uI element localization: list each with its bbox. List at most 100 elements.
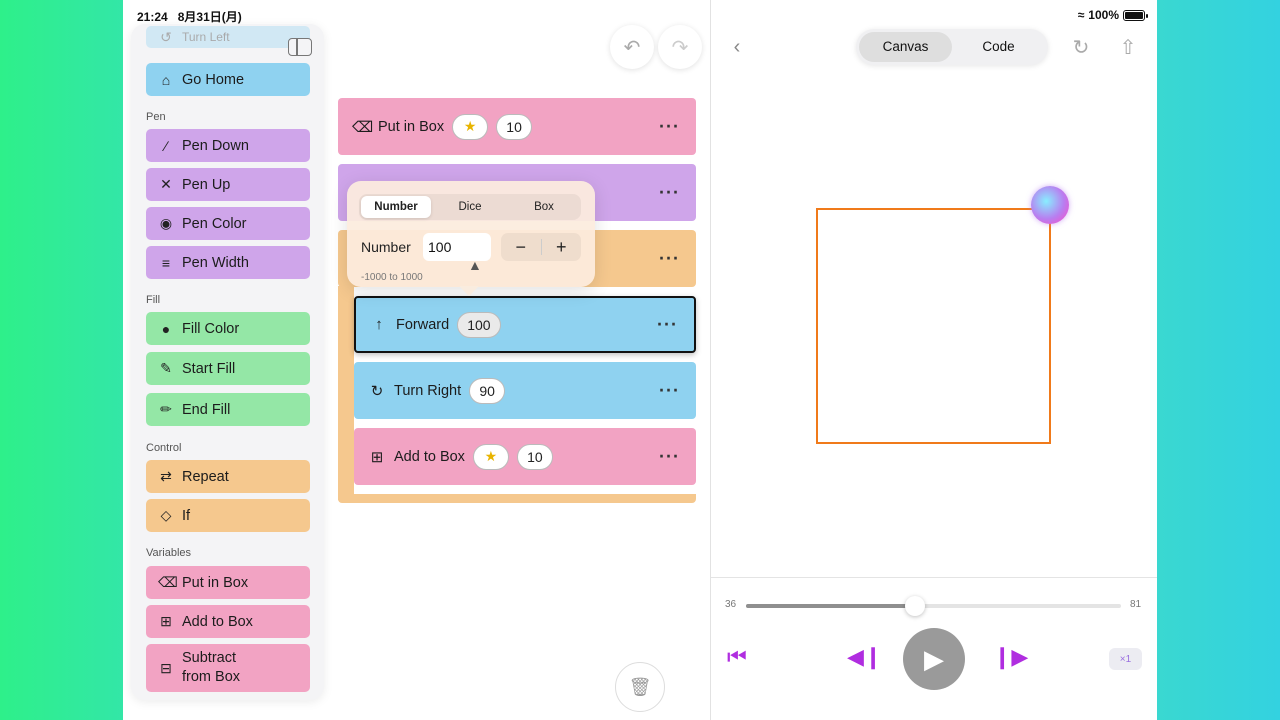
repeat-footer	[338, 494, 696, 503]
speed-button[interactable]: ×1	[1109, 648, 1142, 670]
star-icon: ★	[463, 118, 477, 134]
tab-canvas[interactable]: Canvas	[859, 32, 952, 62]
pen-down-icon: ∕	[164, 137, 168, 154]
increment-button[interactable]: +	[542, 237, 582, 258]
add-to-box-value[interactable]: 10	[516, 443, 553, 470]
palette-icon: ◉	[159, 215, 173, 231]
block-put-in-box[interactable]: ⌫ Put in Box ★ 10 ···	[338, 98, 696, 155]
tray-icon: ⌫	[352, 118, 374, 136]
tab-dice[interactable]: Dice	[435, 196, 505, 218]
redo-button[interactable]: ↷	[658, 25, 702, 69]
block-palette[interactable]: ↺ Turn Left ⌂ Go Home Pen ∕ Pen Down ✕ P…	[131, 24, 324, 700]
brush-icon: ✎	[160, 360, 172, 376]
battery-percent: 100%	[1088, 8, 1119, 22]
redo-icon: ↷	[671, 36, 689, 59]
turn-right-value[interactable]: 90	[469, 377, 506, 404]
status-time: 21:24 8月31日(月)	[137, 10, 242, 24]
battery-icon	[1123, 9, 1148, 21]
decrement-button[interactable]: −	[501, 237, 541, 258]
more-icon[interactable]: ···	[657, 314, 678, 335]
brush-outline-icon: ✏	[160, 401, 172, 417]
step-slider[interactable]	[746, 596, 1121, 616]
arrow-up-icon: ↑	[375, 316, 383, 333]
more-icon[interactable]: ···	[659, 182, 680, 203]
canvas-panel: ‹ Canvas Code ↻ ⇧ 36 81 ⏮ ◀❙ ▶ ❙▶ ×1	[711, 0, 1157, 720]
tab-code[interactable]: Code	[952, 32, 1045, 62]
turn-left-icon: ↺	[160, 28, 172, 45]
skip-to-start-button[interactable]: ⏮	[727, 644, 747, 670]
box-star-chip[interactable]: ★	[452, 113, 489, 140]
more-icon[interactable]: ···	[659, 116, 680, 137]
palette-pen-width[interactable]: ≡ Pen Width	[146, 246, 310, 279]
drawn-square	[816, 208, 1051, 444]
repeat-icon: ⇄	[160, 468, 172, 484]
block-forward[interactable]: ↑ Forward 100 ···	[354, 296, 696, 353]
sidebar-toggle-icon[interactable]	[288, 38, 312, 56]
value-type-segmented[interactable]: Number Dice Box	[359, 194, 581, 220]
home-icon: ⌂	[161, 71, 171, 88]
more-icon[interactable]: ···	[659, 446, 680, 467]
play-button[interactable]: ▶	[903, 628, 965, 690]
star-icon: ★	[484, 448, 498, 464]
palette-add-to-box[interactable]: ⊞ Add to Box	[146, 605, 310, 638]
skip-start-icon: ⏮	[727, 644, 747, 669]
step-forward-button[interactable]: ❙▶	[993, 644, 1028, 670]
block-add-to-box[interactable]: ⊞ Add to Box ★ 10 ···	[354, 428, 696, 485]
undo-button[interactable]: ↶	[610, 25, 654, 69]
wifi-icon: ≈	[1077, 8, 1085, 22]
palette-if[interactable]: ◇ If	[146, 499, 310, 532]
rotate-right-icon: ↻	[370, 382, 384, 400]
block-turn-right[interactable]: ↻ Turn Right 90 ···	[354, 362, 696, 419]
refresh-icon: ↻	[1072, 36, 1090, 59]
palette-fill-color[interactable]: ● Fill Color	[146, 312, 310, 345]
palette-start-fill[interactable]: ✎ Start Fill	[146, 352, 310, 385]
step-back-button[interactable]: ◀❙	[847, 644, 882, 670]
trash-icon: 🗑	[628, 676, 652, 697]
turtle-sprite	[1031, 186, 1069, 224]
step-start: 36	[725, 599, 737, 610]
put-in-box-value[interactable]: 10	[496, 113, 533, 140]
slider-thumb[interactable]	[904, 596, 925, 616]
tray-icon: ⌫	[158, 574, 178, 590]
back-button[interactable]: ‹	[715, 25, 759, 69]
box-star-chip[interactable]: ★	[472, 443, 509, 470]
undo-icon: ↶	[623, 36, 641, 59]
palette-end-fill[interactable]: ✏ End Fill	[146, 393, 310, 426]
number-stepper[interactable]: − +	[501, 233, 581, 261]
palette-turn-left[interactable]: ↺ Turn Left	[146, 26, 310, 48]
cursor-icon: ▲	[468, 257, 482, 273]
line-weight-icon: ≡	[161, 254, 171, 271]
plus-square-icon: ⊞	[370, 448, 384, 466]
minus-square-icon: ⊟	[160, 659, 172, 676]
code-editor[interactable]: ↶ ↷ ⌫ Put in Box ★ 10 ··· ··· ··· ↑ Forw…	[328, 25, 710, 720]
trash-button[interactable]: 🗑	[615, 662, 665, 712]
view-segmented[interactable]: Canvas Code	[856, 29, 1048, 65]
palette-go-home[interactable]: ⌂ Go Home	[146, 63, 310, 96]
more-icon[interactable]: ···	[659, 248, 680, 269]
diamond-icon: ◇	[160, 507, 172, 523]
step-forward-icon: ❙▶	[993, 644, 1029, 669]
palette-pen-up[interactable]: ✕ Pen Up	[146, 168, 310, 201]
repeat-body-bar	[338, 286, 354, 500]
forward-value[interactable]: 100	[457, 311, 501, 338]
tab-box[interactable]: Box	[509, 196, 579, 218]
step-back-icon: ◀❙	[847, 644, 883, 669]
play-icon: ▶	[924, 643, 944, 674]
tab-number[interactable]: Number	[361, 196, 431, 218]
share-icon: ⇧	[1119, 36, 1137, 59]
palette-put-in-box[interactable]: ⌫ Put in Box	[146, 566, 310, 599]
palette-subtract-from-box[interactable]: ⊟ Subtract from Box	[146, 644, 310, 692]
status-right: ≈ 100%	[1077, 8, 1148, 22]
palette-pen-color[interactable]: ◉ Pen Color	[146, 207, 310, 240]
palette-repeat[interactable]: ⇄ Repeat	[146, 460, 310, 493]
status-bar: 21:24 8月31日(月) ≈ 100%	[123, 0, 1157, 28]
section-pen: Pen	[146, 111, 166, 123]
range-hint: -1000 to 1000	[361, 272, 423, 283]
section-control: Control	[146, 442, 182, 454]
drop-icon: ●	[161, 320, 171, 337]
more-icon[interactable]: ···	[659, 380, 680, 401]
reset-button[interactable]: ↻	[1059, 25, 1103, 69]
palette-pen-down[interactable]: ∕ Pen Down	[146, 129, 310, 162]
plus-square-icon: ⊞	[160, 613, 172, 629]
share-button[interactable]: ⇧	[1106, 25, 1150, 69]
